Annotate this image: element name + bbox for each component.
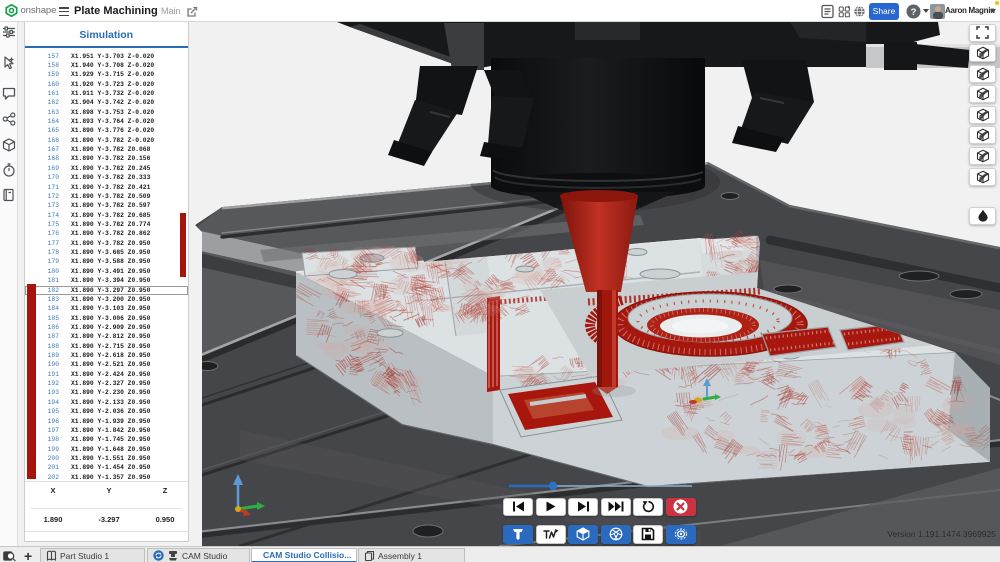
svg-text:?: ? xyxy=(911,7,917,18)
